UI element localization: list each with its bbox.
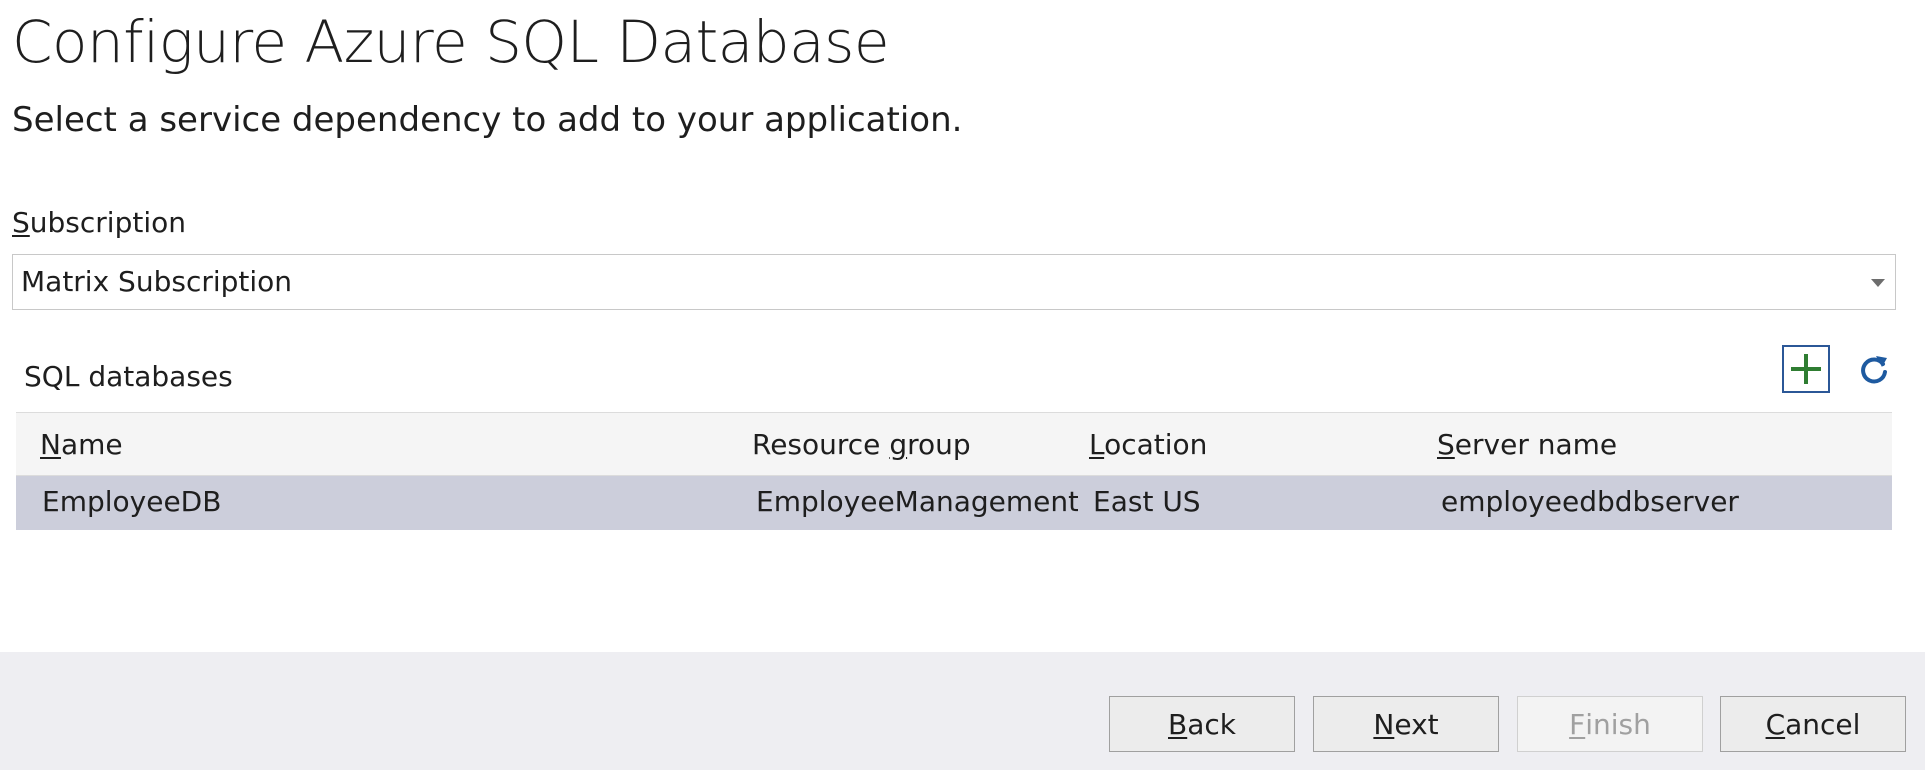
column-header-name[interactable]: Name (40, 428, 123, 461)
finish-button[interactable]: Finish (1517, 696, 1703, 752)
plus-icon-vertical (1804, 354, 1808, 384)
table-row[interactable]: EmployeeDB EmployeeManagementA East US e… (16, 476, 1892, 530)
cell-name: EmployeeDB (42, 485, 222, 518)
cell-resource-group: EmployeeManagementA (756, 485, 1078, 518)
add-database-button[interactable] (1782, 345, 1830, 393)
back-button[interactable]: Back (1109, 696, 1295, 752)
refresh-icon (1861, 356, 1887, 384)
column-header-resource-group[interactable]: Resource group (752, 428, 971, 461)
subscription-label-accesskey: S (12, 206, 30, 239)
column-header-server-name[interactable]: Server name (1437, 428, 1617, 461)
chevron-down-icon (1871, 279, 1885, 287)
cell-location: East US (1093, 485, 1201, 518)
column-header-location[interactable]: Location (1089, 428, 1207, 461)
cancel-button[interactable]: Cancel (1720, 696, 1906, 752)
subscription-label-text: ubscription (29, 206, 186, 239)
page-title: Configure Azure SQL Database (12, 8, 890, 76)
refresh-button[interactable] (1854, 350, 1894, 390)
footer-bar: Back Next Finish Cancel (0, 652, 1925, 770)
subscription-label: Subscription (12, 206, 186, 239)
sql-databases-label: SQL databases (24, 360, 233, 393)
next-button[interactable]: Next (1313, 696, 1499, 752)
table-header: Name Resource group Location Server name (16, 412, 1892, 476)
cell-server-name: employeedbdbserver (1441, 485, 1739, 518)
sql-databases-table: Name Resource group Location Server name… (16, 412, 1892, 530)
subscription-dropdown[interactable]: Matrix Subscription (12, 254, 1896, 310)
subscription-dropdown-value: Matrix Subscription (21, 265, 293, 298)
page-subtitle: Select a service dependency to add to yo… (12, 100, 963, 140)
